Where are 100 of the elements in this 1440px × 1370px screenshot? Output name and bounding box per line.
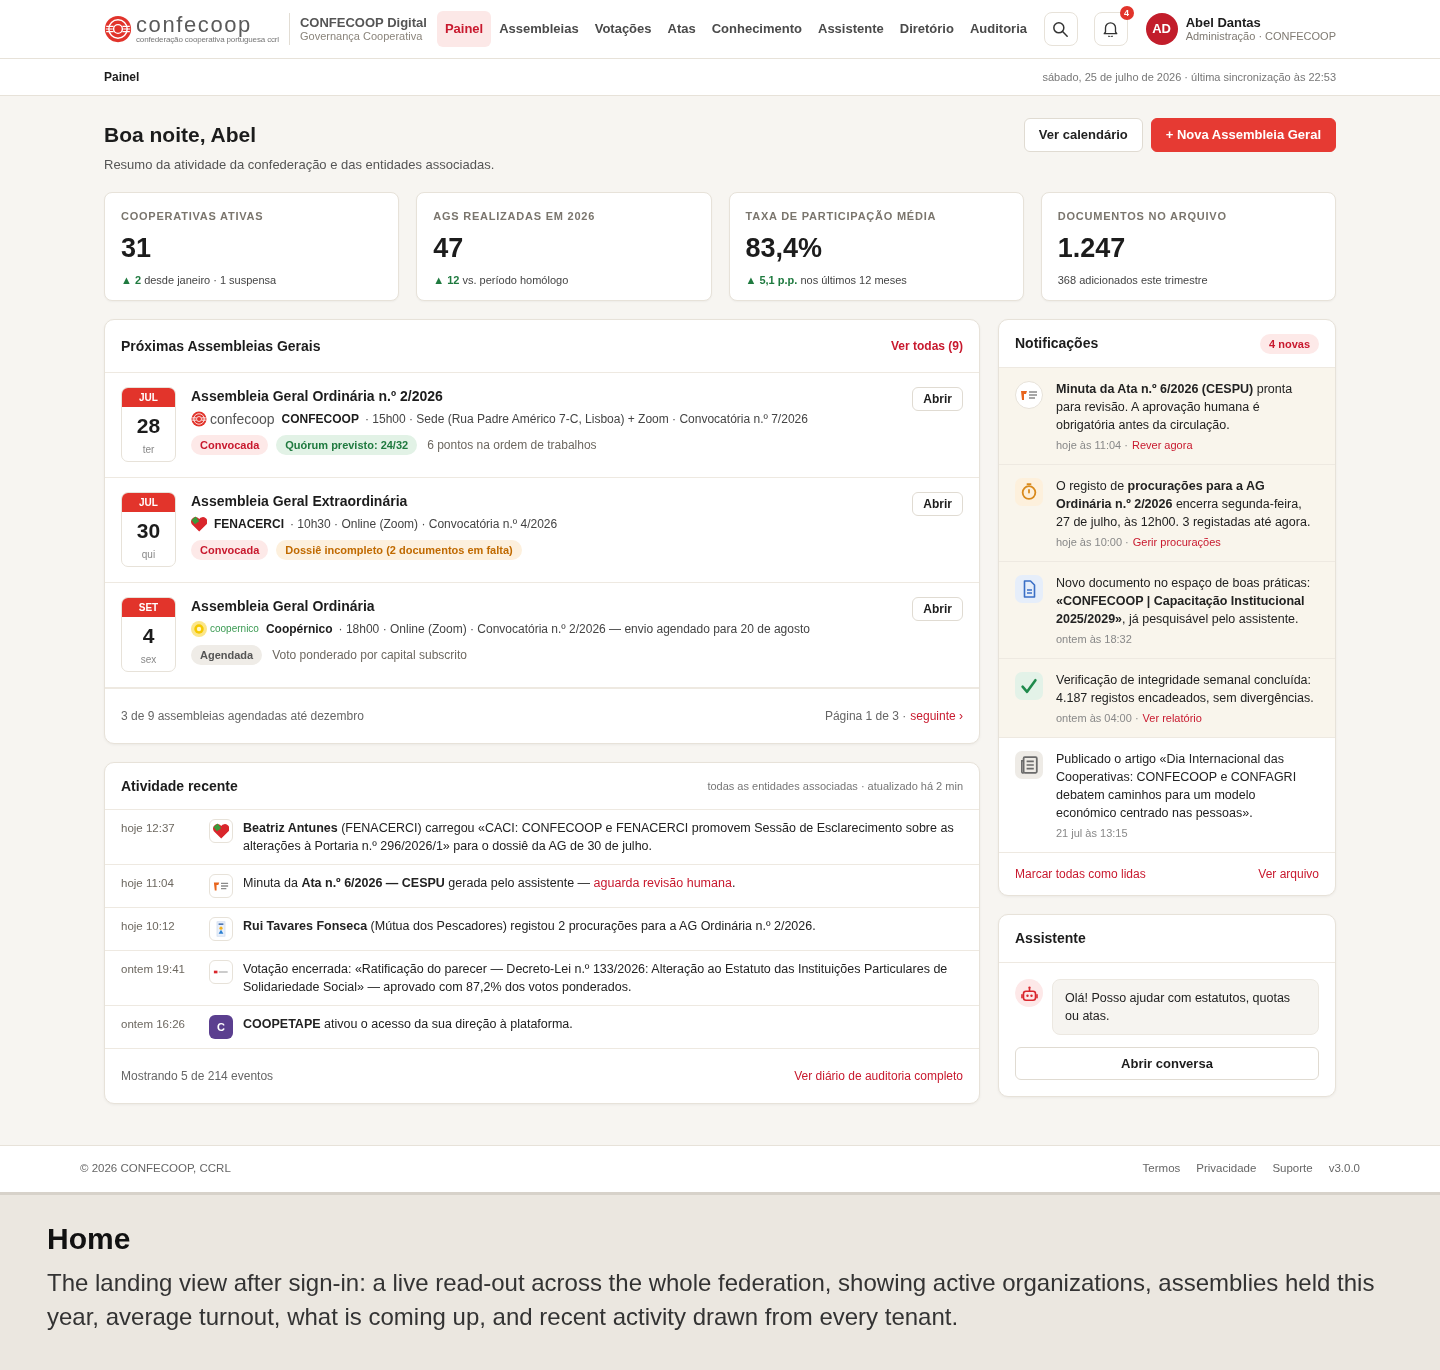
document-icon <box>1015 575 1043 603</box>
activity-summary: Mostrando 5 de 214 eventos <box>121 1068 274 1085</box>
audit-log-link[interactable]: Ver diário de auditoria completo <box>794 1067 963 1085</box>
archive-link[interactable]: Ver arquivo <box>1258 865 1319 883</box>
notification-item[interactable]: Publicado o artigo «Dia Internacional das Cooperativas: CONFECOOP e CONFAGRI debatem caminhos para um modelo económico centrado nas pessoas». 21 jul às 13:15 <box>999 738 1335 853</box>
open-button[interactable]: Abrir <box>912 597 963 621</box>
date-day: 28 <box>122 414 175 438</box>
nav-tab[interactable]: Assembleias <box>491 11 587 47</box>
status-tag: Quórum previsto: 24/32 <box>276 435 418 455</box>
nav-tab[interactable]: Atas <box>659 11 704 47</box>
stat-label: AGS REALIZADAS EM 2026 <box>433 209 597 223</box>
notification-item[interactable]: O registo de procurações para a AG Ordinária n.º 2/2026 encerra segunda-feira, 27 de julho, às 12h00. 3 registadas até agora. hoje às 10:00 · Gerir procurações <box>999 465 1335 562</box>
new-assembly-button[interactable]: + Nova Assembleia Geral <box>1150 118 1336 152</box>
copyright-text: © 2026 CONFECOOP, CCRL <box>80 1161 231 1177</box>
notification-time: hoje às 10:00 · <box>1056 535 1129 549</box>
stat-label: COOPERATIVAS ATIVAS <box>121 209 265 223</box>
assembly-details: · 10h30 · Online (Zoom) · Convocatória n.º 4/2026 <box>290 516 558 533</box>
nav-tab[interactable]: Painel <box>436 11 492 47</box>
notification-item[interactable]: Novo documento no espaço de boas práticas: «CONFECOOP | Capacitação Institucional 2025/2029», já pesquisável pelo assistente. ontem às 18:32 <box>999 562 1335 659</box>
assembly-title: Assembleia Geral Extraordinária <box>191 492 409 510</box>
robot-icon <box>1015 979 1043 1007</box>
footer-link[interactable]: Suporte <box>1272 1160 1313 1178</box>
activity-text: Rui Tavares Fonseca (Mútua dos Pescadores) registou 2 procurações para a AG Ordinária n.º 2/2026. <box>243 918 816 935</box>
notification-text: Verificação de integridade semanal concluída: 4.187 registos encadeados, sem divergências. <box>1056 672 1315 707</box>
stat-value: 83,4% <box>745 232 824 264</box>
heart-logo-icon <box>191 516 207 532</box>
new-count-badge: 4 novas <box>1260 333 1319 354</box>
mark-all-read-link[interactable]: Marcar todas como lidas <box>1015 865 1146 883</box>
user-avatar: AD <box>1145 13 1178 45</box>
notification-link[interactable]: Ver relatório <box>1142 711 1202 725</box>
nav-tab[interactable]: Assistente <box>810 11 892 47</box>
status-tag: Agendada <box>191 645 263 665</box>
footer-link[interactable]: Termos <box>1142 1160 1181 1178</box>
notification-count-badge: 4 <box>1119 6 1134 20</box>
page-title: Boa noite, Abel <box>104 122 258 147</box>
activity-text: Votação encerrada: «Ratificação do parecer — Decreto-Lei n.º 133/2026: Alteração ao Estatuto das Instituições Particulares de Solidariedade Social» — aprovado com 87,2% dos votos ponderados. <box>243 961 949 996</box>
notification-link[interactable]: Rever agora <box>1131 438 1193 452</box>
nav-tab[interactable]: Conhecimento <box>703 11 810 47</box>
page-subtitle: Resumo da atividade da confederação e das entidades associadas. <box>104 157 495 173</box>
caption-title: Home <box>47 1221 132 1257</box>
view-all-link[interactable]: Ver todas (9) <box>890 337 963 355</box>
assembly-note: Voto ponderado por capital subscrito <box>272 647 467 664</box>
card-title: Assistente <box>1015 930 1086 947</box>
activity-time: hoje 12:37 <box>121 821 176 836</box>
date-weekday: ter <box>141 444 156 456</box>
organization-avatar: C <box>209 1015 233 1039</box>
organization-name: CONFECOOP <box>281 411 359 428</box>
date-month: JUL <box>122 493 175 512</box>
logo-icon <box>209 960 233 984</box>
nav-tab[interactable]: Auditoria <box>961 11 1035 47</box>
nav-tab[interactable]: Votações <box>586 11 660 47</box>
ring-logo-icon <box>104 15 132 43</box>
breadcrumb-current: Painel <box>104 69 140 86</box>
open-button[interactable]: Abrir <box>912 387 963 411</box>
organization-name: FENACERCI <box>214 516 284 533</box>
notification-text: O registo de procurações para a AG Ordinária n.º 2/2026 encerra segunda-feira, 27 de julho, às 12h00. 3 registadas até agora. <box>1056 478 1312 531</box>
logo-wordmark: confecoop <box>136 14 253 35</box>
notifications-button[interactable] <box>1093 12 1128 46</box>
activity-text: Minuta da Ata n.º 6/2026 — CESPU gerada pelo assistente — aguarda revisão humana. <box>243 875 736 892</box>
logo-icon <box>1015 381 1043 409</box>
user-name: Abel Dantas <box>1185 15 1262 30</box>
open-button[interactable]: Abrir <box>912 492 963 516</box>
review-link[interactable]: aguarda revisão humana <box>593 876 732 890</box>
search-button[interactable] <box>1043 12 1078 46</box>
notification-link[interactable]: Gerir procurações <box>1132 535 1221 549</box>
notification-item[interactable]: Verificação de integridade semanal concluída: 4.187 registos encadeados, sem divergências. ontem às 04:00 · Ver relatório <box>999 659 1335 738</box>
nav-tab[interactable]: Diretório <box>891 11 962 47</box>
footer-link[interactable]: Privacidade <box>1196 1160 1257 1178</box>
date-day: 4 <box>122 624 175 648</box>
pagination-status: Página 1 de 3 · <box>824 708 907 725</box>
status-tag: Dossiê incompleto (2 documentos em falta) <box>276 540 522 560</box>
stat-value: 47 <box>433 232 465 264</box>
activity-scope: todas as entidades associadas · atualizado há 2 min <box>707 778 963 794</box>
notification-item[interactable]: Minuta da Ata n.º 6/2026 (CESPU) pronta para revisão. A aprovação humana é obrigatória antes da circulação. hoje às 11:04 · Rever agora <box>999 368 1335 465</box>
card-title: Próximas Assembleias Gerais <box>121 337 321 355</box>
activity-time: ontem 16:26 <box>121 1017 186 1032</box>
assemblies-summary: 3 de 9 assembleias agendadas até dezembro <box>121 708 364 725</box>
date-weekday: qui <box>140 549 157 561</box>
notification-time: ontem às 18:32 <box>1056 632 1132 646</box>
next-page-link[interactable]: seguinte › <box>910 707 963 725</box>
logo-wordmark: coopernico <box>210 622 259 636</box>
date-month: SET <box>122 598 175 617</box>
stat-label: TAXA DE PARTICIPAÇÃO MÉDIA <box>745 209 938 223</box>
status-tag: Convocada <box>191 435 269 455</box>
version-label: v3.0.0 <box>1328 1161 1360 1177</box>
assembly-details: · 18h00 · Online (Zoom) · Convocatória n.º 2/2026 — envio agendado para 20 de agosto <box>338 621 810 638</box>
notification-time: ontem às 04:00 · <box>1056 711 1139 725</box>
notification-text: Publicado o artigo «Dia Internacional das Cooperativas: CONFECOOP e CONFAGRI debatem caminhos para um modelo económico centrado nas pessoas». <box>1056 751 1298 822</box>
stat-note: ▲ 2 desde janeiro · 1 suspensa <box>121 273 278 288</box>
sun-logo-icon <box>191 621 207 637</box>
ring-logo-icon <box>191 411 207 427</box>
date-month: JUL <box>122 388 175 407</box>
logo-icon <box>209 917 233 941</box>
stat-note: ▲ 5,1 p.p. nos últimos 12 meses <box>745 273 908 288</box>
activity-text: COOPETAPE ativou o acesso da sua direção à plataforma. <box>243 1016 573 1033</box>
check-icon <box>1015 672 1043 700</box>
view-calendar-button[interactable]: Ver calendário <box>1023 118 1143 152</box>
assembly-title: Assembleia Geral Ordinária <box>191 597 376 615</box>
open-chat-button[interactable]: Abrir conversa <box>1015 1047 1319 1080</box>
card-title: Notificações <box>1015 335 1099 352</box>
